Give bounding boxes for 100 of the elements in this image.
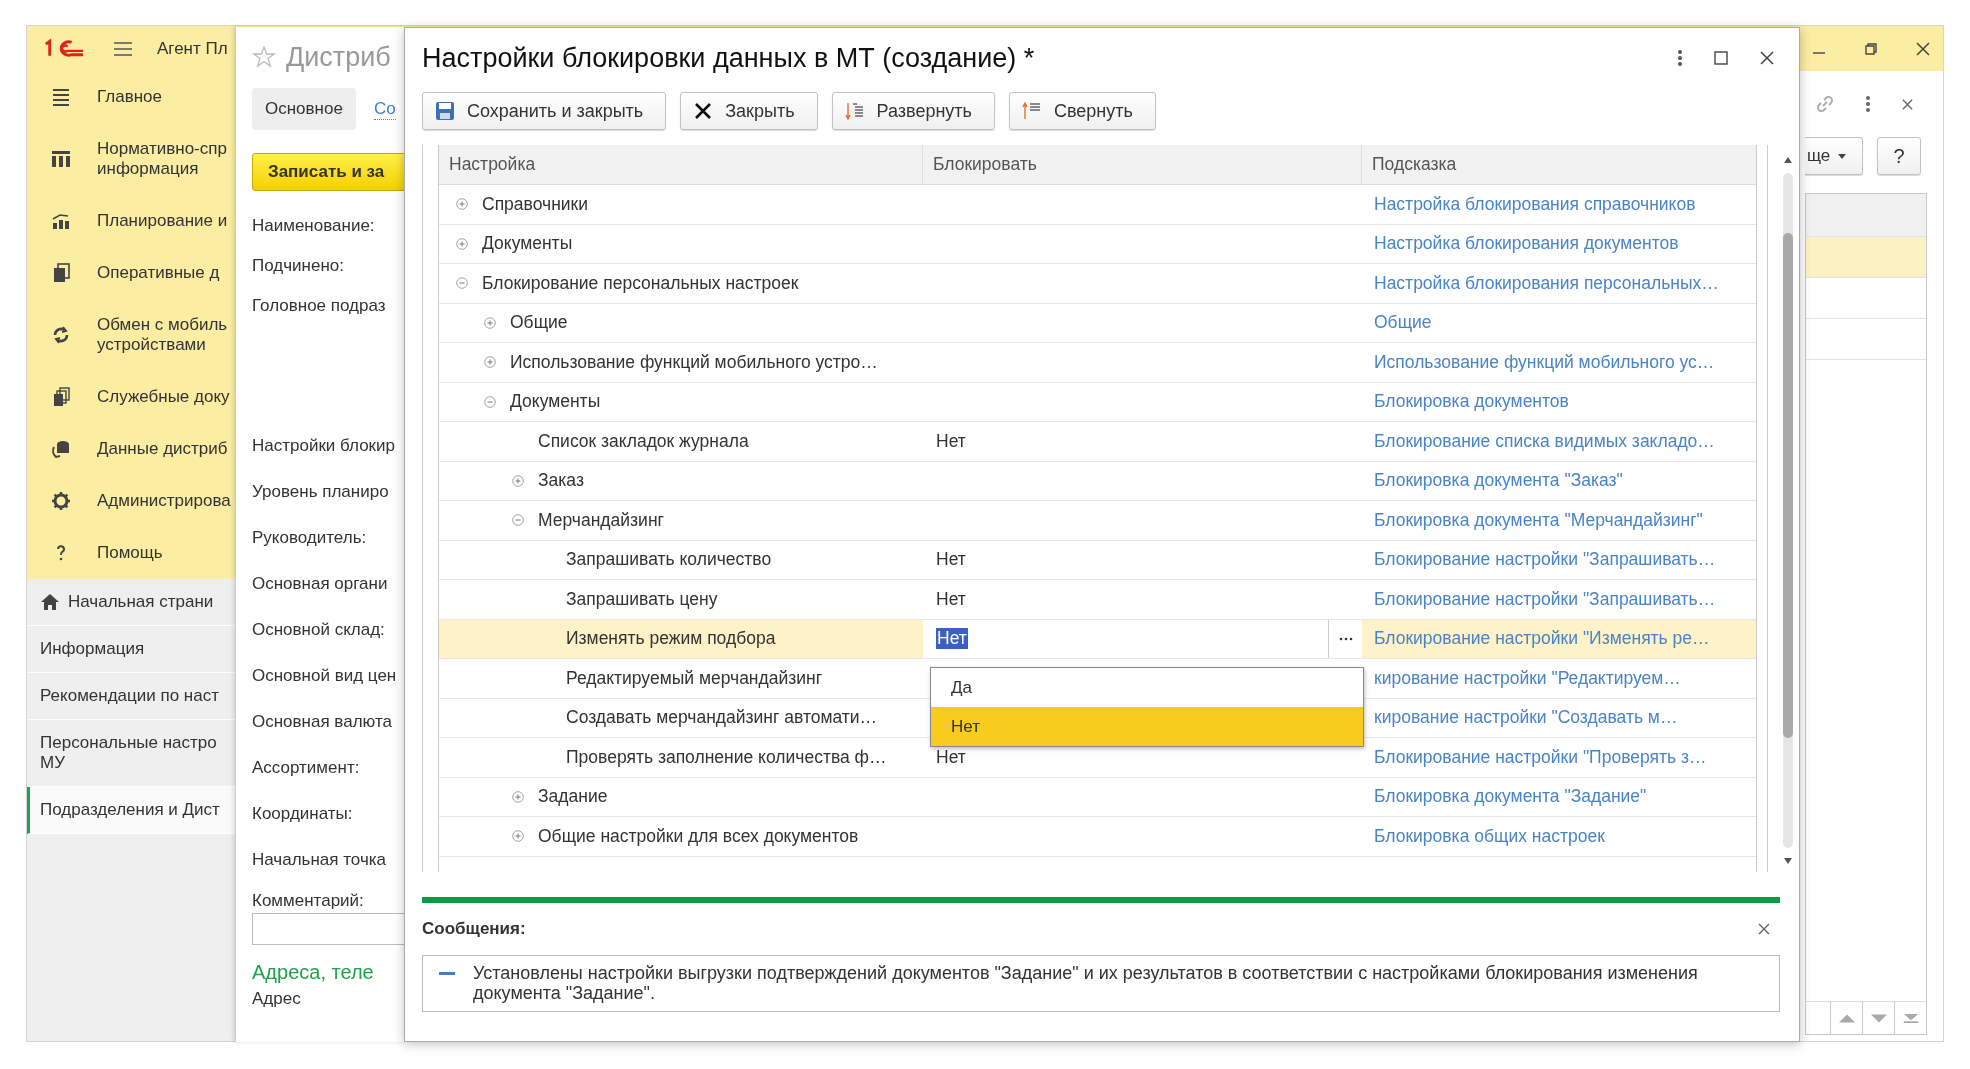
- down-triangle-icon: [1870, 1013, 1887, 1023]
- open-page-tab[interactable]: Подразделения и Дист: [27, 787, 236, 834]
- hint-link[interactable]: Блокирование списка видимых закладо…: [1374, 430, 1715, 452]
- tree-row[interactable]: Документы Настройка блокирования документов: [439, 224, 1756, 264]
- up-triangle-icon[interactable]: [1783, 157, 1792, 163]
- tree-row[interactable]: Общие настройки для всех документов Блокировка общих настроек: [439, 817, 1756, 857]
- nav-label: Оперативные д: [97, 263, 220, 283]
- tree-row[interactable]: Справочники Настройка блокирования справочников: [439, 185, 1756, 225]
- tree-row[interactable]: Использование функций мобильного устро… Использование функций мобильного ус…: [439, 343, 1756, 383]
- nav-item[interactable]: Администрирова: [27, 475, 236, 527]
- hint-link[interactable]: Блокировка документа "Заказ": [1374, 470, 1623, 492]
- nav-item[interactable]: Нормативно-спр информация: [27, 123, 236, 195]
- form-tab[interactable]: Со: [373, 98, 396, 120]
- tree-row[interactable]: Заказ Блокировка документа "Заказ": [439, 461, 1756, 501]
- hint-link[interactable]: Блокирование настройки "Запрашивать…: [1374, 588, 1716, 610]
- setting-name: Блокирование персональных настроек: [482, 272, 799, 294]
- expand-icon[interactable]: [456, 237, 468, 250]
- setting-name: Список закладок журнала: [538, 430, 749, 452]
- dropdown-option[interactable]: Да: [931, 668, 1363, 707]
- comment-field[interactable]: [252, 913, 405, 945]
- column-header[interactable]: Настройка: [439, 145, 923, 184]
- dropdown-option[interactable]: Нет: [931, 707, 1363, 746]
- collapse-button[interactable]: Свернуть: [1008, 92, 1156, 130]
- setting-name: Задание: [538, 786, 608, 808]
- help-button[interactable]: ?: [1877, 137, 1921, 175]
- hint-link[interactable]: Блокировка документов: [1374, 391, 1569, 413]
- value-field[interactable]: Нет: [936, 619, 1362, 658]
- nav-item[interactable]: Данные дистриб: [27, 423, 236, 475]
- ellipsis-icon: [1338, 636, 1353, 641]
- save-close-button[interactable]: Сохранить и закрыть: [422, 92, 667, 130]
- tree-row[interactable]: Список закладок журнала Нет Блокирование списка видимых закладо…: [439, 422, 1756, 462]
- setting-value: Нет: [936, 549, 966, 571]
- caret-icon: [1838, 153, 1847, 159]
- hint-link[interactable]: кирование настройки "Создавать м…: [1374, 707, 1678, 729]
- maximize-icon[interactable]: [1713, 50, 1729, 66]
- nav-item[interactable]: Служебные доку: [27, 371, 236, 423]
- field-label: Основная органи: [252, 573, 389, 594]
- star-icon[interactable]: [252, 45, 276, 69]
- nav-label: Планирование и: [97, 211, 228, 231]
- nav-item[interactable]: Оперативные д: [27, 247, 236, 299]
- tree-row[interactable]: Блокирование персональных настроек Настройка блокирования персональных…: [439, 264, 1756, 304]
- collapse-icon[interactable]: [456, 277, 468, 290]
- close-icon[interactable]: [1915, 40, 1931, 57]
- tree-row[interactable]: Запрашивать количество Нет Блокирование настройки "Запрашивать…: [439, 540, 1756, 580]
- link-icon[interactable]: [1815, 94, 1835, 114]
- menu-icon[interactable]: [113, 40, 133, 57]
- hint-link[interactable]: Блокировка документа "Задание": [1374, 786, 1647, 808]
- expand-icon[interactable]: [456, 198, 468, 211]
- field-label: Основная валюта: [252, 711, 393, 732]
- field-label: Подчинено:: [252, 255, 345, 276]
- expand-icon[interactable]: [512, 830, 524, 843]
- hint-link[interactable]: Использование функций мобильного ус…: [1374, 351, 1715, 373]
- hint-link[interactable]: Настройка блокирования документов: [1374, 233, 1679, 255]
- close-icon[interactable]: [1759, 50, 1775, 66]
- expand-icon[interactable]: [484, 316, 496, 329]
- nav-item[interactable]: Обмен с мобиль устройствами: [27, 299, 236, 371]
- close-icon[interactable]: [1901, 97, 1914, 111]
- column-header[interactable]: Блокировать: [923, 145, 1362, 184]
- scrollbar-thumb[interactable]: [1782, 233, 1793, 738]
- form-tab[interactable]: Основное: [252, 88, 356, 130]
- hint-link[interactable]: Блокирование настройки "Проверять з…: [1374, 746, 1707, 768]
- more-button[interactable]: ще: [1805, 137, 1863, 175]
- dialog-title: Настройки блокировки данных в МТ (создание) *: [422, 42, 1035, 74]
- save-button[interactable]: Записать и за: [252, 153, 405, 191]
- expand-icon[interactable]: [512, 474, 524, 487]
- tree-row[interactable]: Изменять режим подбора Нет Блокирование настройки "Изменять ре…: [439, 619, 1756, 659]
- close-icon[interactable]: [1758, 923, 1770, 935]
- hint-link[interactable]: Блокировка документа "Мерчандайзинг": [1374, 509, 1703, 531]
- nav-label: Главное: [97, 87, 162, 107]
- down-triangle-icon[interactable]: [1783, 858, 1792, 864]
- tree-row[interactable]: Общие Общие: [439, 303, 1756, 343]
- tree-row[interactable]: Задание Блокировка документа "Задание": [439, 777, 1756, 817]
- setting-name: Справочники: [482, 193, 589, 215]
- hint-link[interactable]: Блокирование настройки "Запрашивать…: [1374, 549, 1716, 571]
- nav-item[interactable]: Главное: [27, 71, 236, 123]
- hint-link[interactable]: кирование настройки "Редактируем…: [1374, 667, 1681, 689]
- expand-button[interactable]: Развернуть: [831, 92, 995, 130]
- collapse-icon[interactable]: [512, 514, 524, 527]
- hint-link[interactable]: Общие: [1374, 312, 1432, 334]
- expand-icon[interactable]: [512, 790, 524, 803]
- nav-item[interactable]: Помощь: [27, 527, 236, 579]
- close-button[interactable]: Закрыть: [680, 92, 818, 130]
- setting-name: Запрашивать количество: [566, 549, 772, 571]
- hint-link[interactable]: Блокировка общих настроек: [1374, 825, 1605, 847]
- nav-item[interactable]: Планирование и: [27, 195, 236, 247]
- more-icon[interactable]: [1677, 48, 1683, 68]
- hint-link[interactable]: Настройка блокирования справочников: [1374, 193, 1696, 215]
- settings-icon: [51, 491, 71, 511]
- column-header[interactable]: Подсказка: [1362, 145, 1756, 184]
- hint-link[interactable]: Настройка блокирования персональных…: [1374, 272, 1719, 294]
- tree-row[interactable]: Мерчандайзинг Блокировка документа "Мерчандайзинг": [439, 501, 1756, 541]
- field-label: Комментарий:: [252, 890, 364, 911]
- collapse-icon[interactable]: [484, 395, 496, 408]
- tree-row[interactable]: Документы Блокировка документов: [439, 382, 1756, 422]
- restore-icon[interactable]: [1863, 40, 1879, 57]
- setting-value: Нет: [936, 588, 966, 610]
- more-icon[interactable]: [1865, 94, 1871, 114]
- setting-name: Заказ: [538, 470, 584, 492]
- expand-icon[interactable]: [484, 356, 496, 369]
- tree-row[interactable]: Запрашивать цену Нет Блокирование настройки "Запрашивать…: [439, 580, 1756, 620]
